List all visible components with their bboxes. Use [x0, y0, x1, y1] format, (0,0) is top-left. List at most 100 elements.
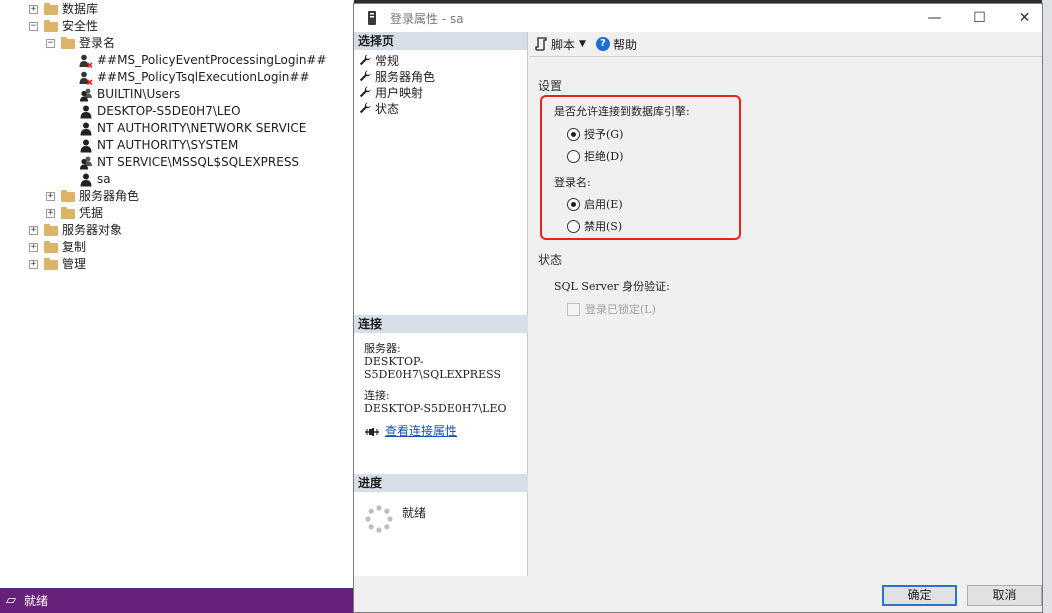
expand-icon[interactable]: + [46, 192, 55, 201]
page-user-mapping[interactable]: 用户映射 [354, 84, 527, 100]
user-icon [80, 122, 92, 135]
maximize-button[interactable]: ☐ [957, 4, 1002, 32]
tree-node-label: ##MS_PolicyEventProcessingLogin## [97, 53, 327, 67]
checkbox-label: 登录已锁定(L) [585, 303, 656, 316]
tree-node-login[interactable]: NT AUTHORITY\SYSTEM [79, 137, 238, 154]
user-icon [80, 105, 92, 118]
radio-button[interactable] [567, 197, 580, 211]
tree-node-replication[interactable]: + 复制 [29, 239, 86, 256]
tree-node-label: ##MS_PolicyTsqlExecutionLogin## [97, 70, 310, 84]
collapse-icon[interactable]: − [29, 22, 38, 31]
grant-radio[interactable]: 授予(G) [567, 126, 623, 142]
tree-node-management[interactable]: + 管理 [29, 256, 86, 273]
disabled-radio[interactable]: 禁用(S) [567, 218, 622, 234]
login-properties-dialog: 登录属性 - sa — ☐ ✕ 选择页 常规 服务器角色 用户映射 状态 连接 … [353, 3, 1043, 613]
checkbox[interactable] [567, 302, 580, 316]
wrench-icon [359, 102, 371, 114]
page-label: 常规 [375, 53, 400, 68]
tree-node-login[interactable]: ##MS_PolicyTsqlExecutionLogin## [79, 69, 310, 86]
collapse-icon[interactable]: − [46, 39, 55, 48]
tree-node-label: DESKTOP-S5DE0H7\LEO [97, 104, 241, 118]
tree-node-server-objects[interactable]: + 服务器对象 [29, 222, 122, 239]
tree-node-label: 凭据 [79, 206, 104, 220]
tree-node-login[interactable]: NT AUTHORITY\NETWORK SERVICE [79, 120, 306, 137]
progress-section: 进度 就绪 [354, 474, 528, 534]
group-user-icon [80, 88, 92, 101]
enabled-radio[interactable]: 启用(E) [567, 196, 623, 212]
connection-plug-icon [365, 427, 379, 436]
folder-icon [61, 206, 75, 219]
tree-node-label: sa [97, 172, 111, 186]
tree-node-label: 管理 [62, 257, 87, 271]
script-button[interactable]: 脚本 ▼ [535, 36, 586, 53]
disabled-user-icon [79, 71, 93, 85]
tree-node-security[interactable]: − 安全性 [29, 18, 98, 35]
tree-node-label: 复制 [62, 240, 87, 254]
object-explorer: + 数据库 − 安全性 − 登录名 ##MS_PolicyEventProces… [0, 0, 354, 588]
wrench-icon [359, 70, 371, 82]
page-server-roles[interactable]: 服务器角色 [354, 68, 527, 84]
ok-button[interactable]: 确定 [882, 585, 957, 606]
expand-icon[interactable]: + [29, 260, 38, 269]
tree-node-server-roles[interactable]: + 服务器角色 [46, 188, 139, 205]
view-connection-properties-link[interactable]: 查看连接属性 [385, 425, 457, 438]
folder-icon [44, 2, 58, 15]
help-icon: ? [595, 37, 610, 51]
settings-section-label: 设置 [538, 79, 563, 93]
expand-icon[interactable]: + [29, 5, 38, 14]
server-value: DESKTOP-S5DE0H7\SQLEXPRESS [364, 355, 501, 381]
minimize-button[interactable]: — [912, 4, 957, 32]
group-user-icon [80, 156, 92, 169]
tree-node-label: BUILTIN\Users [97, 87, 181, 101]
tree-node-databases[interactable]: + 数据库 [29, 1, 98, 18]
progress-header: 进度 [354, 474, 528, 492]
server-label: 服务器: [364, 342, 401, 355]
dialog-titlebar[interactable]: 登录属性 - sa — ☐ ✕ [354, 4, 1042, 32]
tree-node-login[interactable]: NT SERVICE\MSSQL$SQLEXPRESS [79, 154, 299, 171]
status-section-label: 状态 [538, 253, 563, 267]
radio-button[interactable] [567, 219, 580, 233]
user-icon [80, 139, 92, 152]
deny-radio[interactable]: 拒绝(D) [567, 148, 623, 164]
close-button[interactable]: ✕ [1002, 4, 1047, 32]
folder-icon [44, 257, 58, 270]
tree-node-credentials[interactable]: + 凭据 [46, 205, 103, 222]
login-locked-checkbox[interactable]: 登录已锁定(L) [567, 301, 656, 317]
radio-label: 启用(E) [584, 198, 623, 211]
expand-icon[interactable]: + [46, 209, 55, 218]
page-label: 状态 [375, 101, 400, 116]
dialog-button-bar: 确定 取消 [354, 576, 1042, 612]
radio-label: 授予(G) [584, 128, 624, 141]
tree-node-login[interactable]: DESKTOP-S5DE0H7\LEO [79, 103, 241, 120]
chevron-down-icon[interactable]: ▼ [579, 39, 586, 49]
help-button[interactable]: ? 帮助 [595, 36, 637, 53]
window-outline-icon: ▱ [6, 593, 16, 608]
content-pane: 脚本 ▼ ? 帮助 设置 是否允许连接到数据库引擎: 授予(G) 拒绝(D) 登… [529, 32, 1042, 576]
db-engine-permission-label: 是否允许连接到数据库引擎: [554, 105, 690, 118]
cancel-button[interactable]: 取消 [967, 585, 1042, 606]
tree-node-label: 服务器对象 [62, 223, 123, 237]
page-general[interactable]: 常规 [354, 52, 527, 68]
expand-icon[interactable]: + [29, 243, 38, 252]
status-bar: ▱ 就绪 [0, 588, 354, 613]
radio-button[interactable] [567, 149, 580, 163]
radio-button[interactable] [567, 127, 580, 141]
server-icon [368, 11, 376, 25]
disabled-user-icon [79, 54, 93, 68]
toolbar: 脚本 ▼ ? 帮助 [529, 32, 1042, 57]
connection-section: 连接 服务器: DESKTOP-S5DE0H7\SQLEXPRESS 连接: D… [354, 315, 528, 438]
tree-node-login-sa[interactable]: sa [79, 171, 111, 188]
tree-node-login[interactable]: ##MS_PolicyEventProcessingLogin## [79, 52, 327, 69]
login-label: 登录名: [554, 176, 591, 189]
tree-node-label: NT AUTHORITY\SYSTEM [97, 138, 239, 152]
tree-node-label: 服务器角色 [79, 189, 140, 203]
connection-header: 连接 [354, 315, 528, 333]
tree-node-label: NT AUTHORITY\NETWORK SERVICE [97, 121, 307, 135]
page-status[interactable]: 状态 [354, 100, 527, 116]
expand-icon[interactable]: + [29, 226, 38, 235]
tree-node-logins[interactable]: − 登录名 [46, 35, 115, 52]
page-label: 用户映射 [375, 85, 424, 100]
status-text: 就绪 [24, 594, 49, 608]
folder-icon [61, 189, 75, 202]
tree-node-login[interactable]: BUILTIN\Users [79, 86, 180, 103]
